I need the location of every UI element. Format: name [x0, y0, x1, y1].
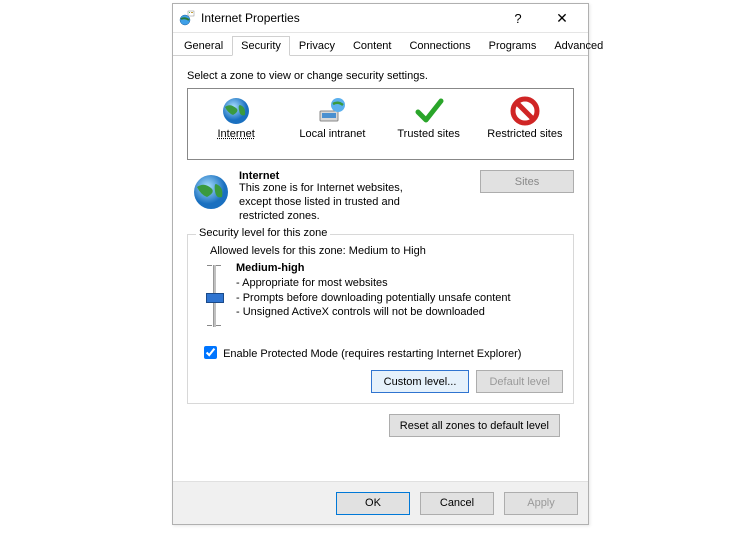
- ok-button[interactable]: OK: [336, 492, 410, 515]
- protected-mode-text: Enable Protected Mode (requires restarti…: [223, 348, 521, 360]
- tab-strip: General Security Privacy Content Connect…: [173, 33, 588, 56]
- allowed-levels-text: Allowed levels for this zone: Medium to …: [210, 245, 563, 257]
- tab-security[interactable]: Security: [232, 36, 290, 56]
- cancel-button[interactable]: Cancel: [420, 492, 494, 515]
- level-line: - Unsigned ActiveX controls will not be …: [236, 305, 511, 319]
- zone-list: Internet Local intranet: [187, 88, 574, 160]
- default-level-button[interactable]: Default level: [476, 370, 563, 393]
- zone-trusted-sites[interactable]: Trusted sites: [389, 95, 469, 140]
- protected-mode-label[interactable]: Enable Protected Mode (requires restarti…: [200, 348, 521, 360]
- globe-icon: [220, 95, 252, 127]
- zone-local-intranet[interactable]: Local intranet: [292, 95, 372, 140]
- titlebar: Internet Properties ? ✕: [173, 4, 588, 33]
- help-button[interactable]: ?: [496, 5, 540, 31]
- globe-large-icon: [191, 172, 231, 212]
- zone-restricted-sites[interactable]: Restricted sites: [485, 95, 565, 140]
- tab-content[interactable]: Content: [344, 36, 401, 56]
- security-level-description: Medium-high - Appropriate for most websi…: [236, 261, 511, 333]
- dialog-footer: OK Cancel Apply: [173, 481, 588, 524]
- group-title: Security level for this zone: [196, 227, 330, 239]
- level-name: Medium-high: [236, 261, 511, 275]
- restricted-icon: [509, 95, 541, 127]
- security-level-slider[interactable]: [204, 261, 224, 333]
- zone-internet[interactable]: Internet: [196, 95, 276, 140]
- zone-label: Internet: [196, 128, 276, 140]
- zone-label: Trusted sites: [389, 128, 469, 140]
- sites-button[interactable]: Sites: [480, 170, 574, 193]
- tab-content-area: Select a zone to view or change security…: [173, 56, 588, 447]
- tab-general[interactable]: General: [175, 36, 232, 56]
- zone-label: Restricted sites: [485, 128, 565, 140]
- window-title: Internet Properties: [201, 11, 496, 25]
- zone-info-description: This zone is for Internet websites, exce…: [239, 182, 419, 223]
- apply-button[interactable]: Apply: [504, 492, 578, 515]
- security-level-group: Security level for this zone Allowed lev…: [187, 234, 574, 404]
- tab-advanced[interactable]: Advanced: [545, 36, 612, 56]
- level-line: - Appropriate for most websites: [236, 276, 511, 290]
- protected-mode-checkbox[interactable]: [204, 346, 217, 359]
- slider-thumb[interactable]: [206, 293, 224, 303]
- intranet-icon: [316, 95, 348, 127]
- tab-privacy[interactable]: Privacy: [290, 36, 344, 56]
- zone-info: Internet This zone is for Internet websi…: [187, 170, 574, 230]
- zone-info-title: Internet: [239, 170, 472, 182]
- zone-instruction: Select a zone to view or change security…: [187, 70, 574, 82]
- close-icon: ✕: [556, 10, 568, 27]
- zone-label: Local intranet: [292, 128, 372, 140]
- internet-properties-dialog: Internet Properties ? ✕ General Security…: [172, 3, 589, 525]
- custom-level-button[interactable]: Custom level...: [371, 370, 470, 393]
- internet-options-icon: [179, 10, 195, 26]
- tab-programs[interactable]: Programs: [480, 36, 546, 56]
- tab-connections[interactable]: Connections: [400, 36, 479, 56]
- zone-info-text: Internet This zone is for Internet websi…: [239, 170, 472, 223]
- reset-all-zones-button[interactable]: Reset all zones to default level: [389, 414, 560, 437]
- checkmark-icon: [413, 95, 445, 127]
- level-line: - Prompts before downloading potentially…: [236, 291, 511, 305]
- close-button[interactable]: ✕: [540, 5, 584, 31]
